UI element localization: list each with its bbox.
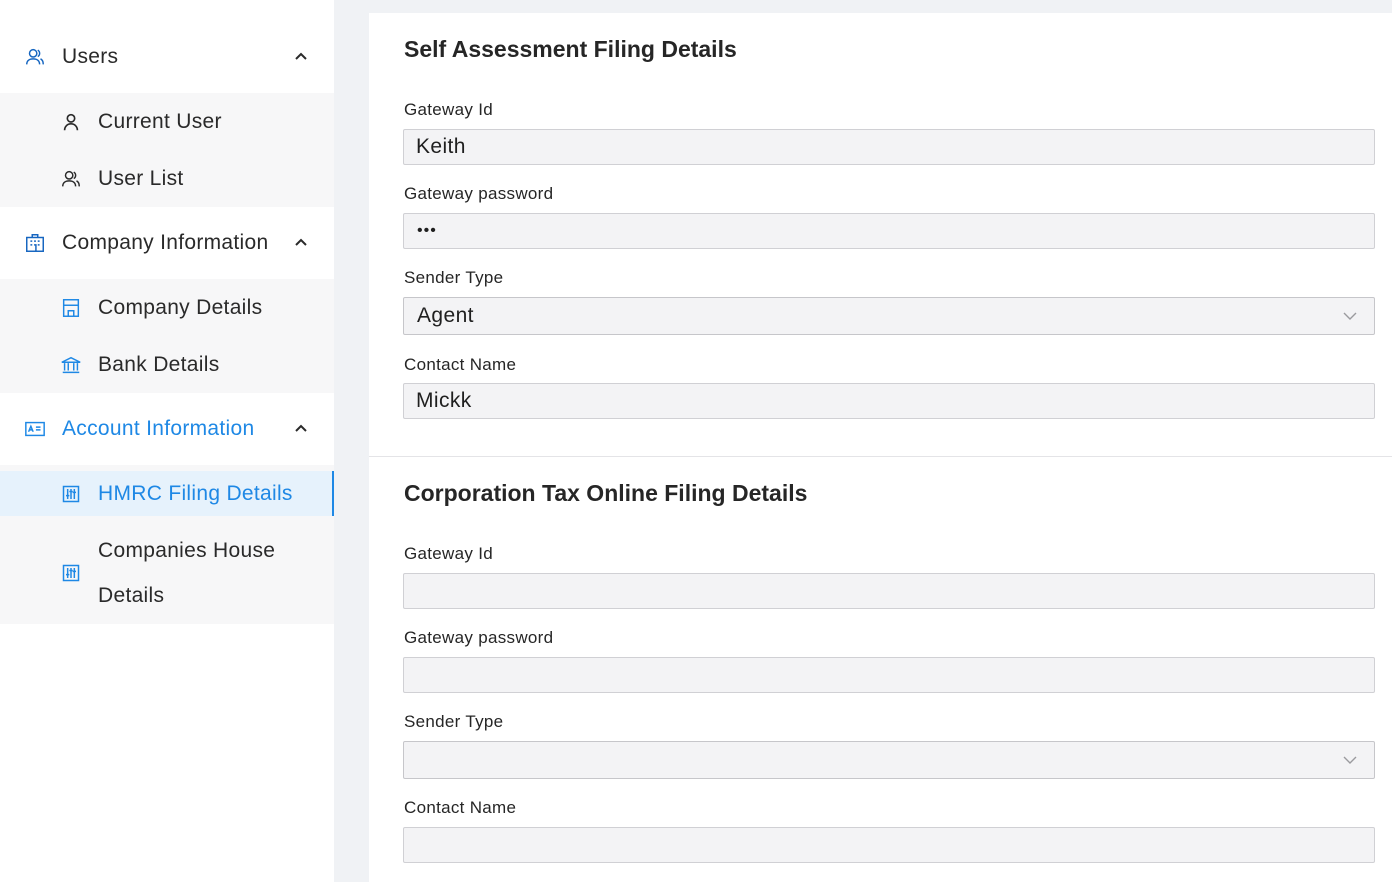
sa-gateway-password-input[interactable]: ••• <box>403 213 1375 249</box>
sidebar: Users Current User User List Company Inf… <box>0 0 334 882</box>
sliders-icon <box>60 483 82 505</box>
chevron-up-icon <box>292 234 310 252</box>
section-divider <box>369 456 1392 457</box>
ct-gateway-password-input[interactable] <box>403 657 1375 693</box>
users-icon <box>24 46 46 68</box>
submenu-users: Current User User List <box>0 93 334 207</box>
ct-contact-name-input[interactable] <box>403 827 1375 863</box>
menu-group-account-information[interactable]: Account Information <box>0 404 334 454</box>
chevron-down-icon <box>1342 752 1358 768</box>
ct-gateway-id-input[interactable] <box>403 573 1375 609</box>
sa-gateway-id-label: Gateway Id <box>404 100 493 119</box>
sidebar-item-label: Company Details <box>98 295 263 319</box>
ct-sender-type-label: Sender Type <box>404 712 504 731</box>
sa-gateway-password-label: Gateway password <box>404 184 554 203</box>
sidebar-item-current-user[interactable]: Current User <box>0 93 334 150</box>
submenu-account: HMRC Filing Details Companies House Deta… <box>0 465 334 624</box>
sidebar-item-label: HMRC Filing Details <box>98 481 293 505</box>
id-card-icon <box>24 418 46 440</box>
sidebar-item-company-details[interactable]: Company Details <box>0 279 334 336</box>
sliders-icon <box>60 562 82 584</box>
sidebar-item-label: Current User <box>98 109 222 133</box>
sidebar-item-hmrc-filing-details[interactable]: HMRC Filing Details <box>0 471 334 516</box>
ct-gateway-id-label: Gateway Id <box>404 544 493 563</box>
sidebar-item-companies-house-details[interactable]: Companies House Details <box>0 528 334 618</box>
chevron-down-icon <box>1342 308 1358 324</box>
sa-sender-type-label: Sender Type <box>404 268 504 287</box>
sidebar-item-label-line2: Details <box>98 584 165 607</box>
ct-contact-name-label: Contact Name <box>404 798 517 817</box>
sa-gateway-id-input[interactable] <box>403 129 1375 165</box>
sidebar-item-label: User List <box>98 166 184 190</box>
menu-group-account-label: Account Information <box>62 417 255 440</box>
sa-sender-type-select[interactable]: Agent <box>403 297 1375 335</box>
chevron-up-icon <box>292 420 310 438</box>
password-mask: ••• <box>417 222 437 239</box>
shop-icon <box>60 297 82 319</box>
submenu-company: Company Details Bank Details <box>0 279 334 393</box>
menu-group-users-label: Users <box>62 45 119 68</box>
menu-group-company-information[interactable]: Company Information <box>0 218 334 268</box>
ct-sender-type-select[interactable] <box>403 741 1375 779</box>
sidebar-item-label-line1: Companies House <box>98 539 276 562</box>
chevron-up-icon <box>292 48 310 66</box>
sidebar-item-user-list[interactable]: User List <box>0 150 334 207</box>
sidebar-item-bank-details[interactable]: Bank Details <box>0 336 334 393</box>
users-icon <box>60 168 82 190</box>
menu-group-users[interactable]: Users <box>0 32 334 82</box>
self-assessment-title: Self Assessment Filing Details <box>404 36 737 62</box>
sa-sender-type-value: Agent <box>417 304 474 327</box>
bank-icon <box>60 354 82 376</box>
sidebar-item-label: Bank Details <box>98 352 220 376</box>
sa-contact-name-input[interactable] <box>403 383 1375 419</box>
building-icon <box>24 232 46 254</box>
sa-contact-name-label: Contact Name <box>404 355 517 374</box>
user-icon <box>60 111 82 133</box>
menu-group-company-label: Company Information <box>62 231 269 254</box>
ct-gateway-password-label: Gateway password <box>404 628 554 647</box>
corporation-tax-title: Corporation Tax Online Filing Details <box>404 480 808 506</box>
filing-details-panel: Self Assessment Filing Details Gateway I… <box>369 13 1392 882</box>
